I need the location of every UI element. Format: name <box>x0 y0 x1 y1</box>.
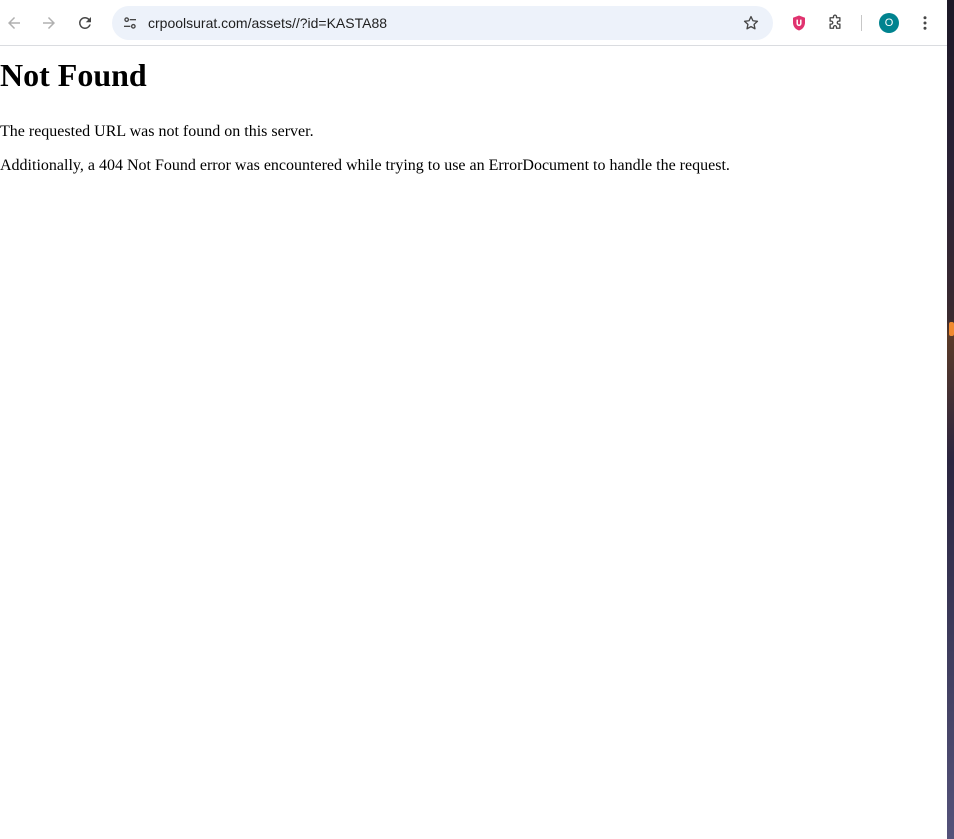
puzzle-icon <box>829 14 841 29</box>
reload-icon <box>79 16 91 29</box>
page-title: Not Found <box>0 57 147 93</box>
desktop-background-strip <box>947 0 954 839</box>
shield-u-icon <box>793 15 805 31</box>
browser-toolbar: crpoolsurat.com/assets//?id=KASTA88 O <box>0 0 947 46</box>
extensions-menu-button[interactable] <box>819 7 851 39</box>
tune-icon <box>124 17 136 29</box>
star-outline-icon <box>743 15 759 30</box>
browser-menu-button[interactable] <box>909 7 941 39</box>
url-text[interactable]: crpoolsurat.com/assets//?id=KASTA88 <box>148 6 387 40</box>
back-button[interactable] <box>0 7 30 39</box>
arrow-right-icon <box>43 17 55 29</box>
error-detail: Additionally, a 404 Not Found error was … <box>0 157 730 174</box>
bookmark-button[interactable] <box>737 9 765 37</box>
forward-button[interactable] <box>33 7 65 39</box>
reload-button[interactable] <box>69 7 101 39</box>
kebab-icon <box>923 16 927 30</box>
arrow-left-icon <box>8 17 20 29</box>
profile-avatar[interactable]: O <box>879 13 899 33</box>
site-info-button[interactable] <box>116 9 144 37</box>
page-content: Not Found The requested URL was not foun… <box>0 47 947 175</box>
extension-button[interactable] <box>783 7 815 39</box>
toolbar-divider <box>861 15 862 31</box>
address-bar[interactable]: crpoolsurat.com/assets//?id=KASTA88 <box>112 6 773 40</box>
background-light <box>949 322 954 336</box>
error-message: The requested URL was not found on this … <box>0 123 314 140</box>
browser-window: crpoolsurat.com/assets//?id=KASTA88 O No… <box>0 0 947 839</box>
